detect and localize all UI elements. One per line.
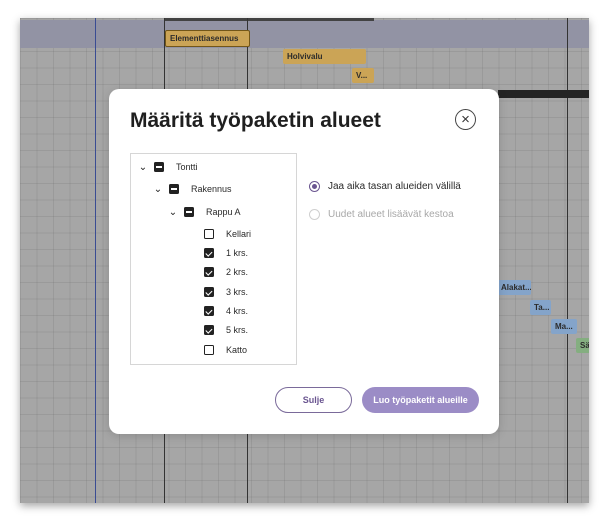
radio-button[interactable] [309, 181, 320, 192]
tree-item[interactable]: ⌄ Rakennus [153, 181, 232, 197]
tree-checkbox[interactable] [184, 207, 194, 217]
tree-item-label: 3 krs. [226, 287, 249, 297]
tree-item-label: Rappu A [206, 207, 241, 217]
chevron-down-icon[interactable]: ⌄ [153, 184, 163, 195]
tree-item-label: 1 krs. [226, 248, 249, 258]
tree-checkbox[interactable] [204, 248, 214, 258]
tree-checkbox[interactable] [204, 229, 214, 239]
tree-checkbox[interactable] [204, 345, 214, 355]
tree-checkbox[interactable] [169, 184, 179, 194]
tree-checkbox[interactable] [204, 325, 214, 335]
close-button[interactable]: Sulje [275, 387, 352, 413]
area-tree: ⌄ Tontti ⌄ Rakennus ⌄ Rappu A Kellari 1 … [130, 153, 297, 365]
chevron-down-icon[interactable]: ⌄ [138, 162, 148, 173]
tree-checkbox[interactable] [154, 162, 164, 172]
create-work-packages-button[interactable]: Luo työpaketit alueille [362, 387, 479, 413]
tree-item[interactable]: 1 krs. [204, 245, 248, 261]
tree-item-label: Katto [226, 345, 248, 355]
tree-item-label: Kellari [226, 229, 252, 239]
tree-item-label: 4 krs. [226, 306, 249, 316]
radio-option-extend-duration[interactable]: Uudet alueet lisäävät kestoa [309, 209, 454, 220]
tree-item[interactable]: 5 krs. [204, 322, 248, 338]
close-icon[interactable]: × [455, 109, 476, 130]
tree-item[interactable]: 2 krs. [204, 264, 248, 280]
tree-item[interactable]: 4 krs. [204, 303, 248, 319]
dialog-title: Määritä työpaketin alueet [130, 109, 381, 132]
tree-item[interactable]: ⌄ Rappu A [168, 204, 241, 220]
tree-item[interactable]: ⌄ Tontti [138, 159, 198, 175]
radio-label: Uudet alueet lisäävät kestoa [328, 209, 454, 220]
tree-item-label: Rakennus [191, 184, 232, 194]
tree-checkbox[interactable] [204, 267, 214, 277]
radio-button[interactable] [309, 209, 320, 220]
tree-item[interactable]: Katto [204, 342, 247, 358]
tree-checkbox[interactable] [204, 287, 214, 297]
define-areas-dialog: Määritä työpaketin alueet × ⌄ Tontti ⌄ R… [109, 89, 499, 434]
radio-label: Jaa aika tasan alueiden välillä [328, 181, 461, 192]
tree-item-label: 2 krs. [226, 267, 249, 277]
tree-checkbox[interactable] [204, 306, 214, 316]
tree-item-label: 5 krs. [226, 325, 249, 335]
tree-item[interactable]: 3 krs. [204, 284, 248, 300]
tree-item-label: Tontti [176, 162, 198, 172]
radio-option-split-time[interactable]: Jaa aika tasan alueiden välillä [309, 181, 461, 192]
tree-item[interactable]: Kellari [204, 226, 251, 242]
chevron-down-icon[interactable]: ⌄ [168, 207, 178, 218]
